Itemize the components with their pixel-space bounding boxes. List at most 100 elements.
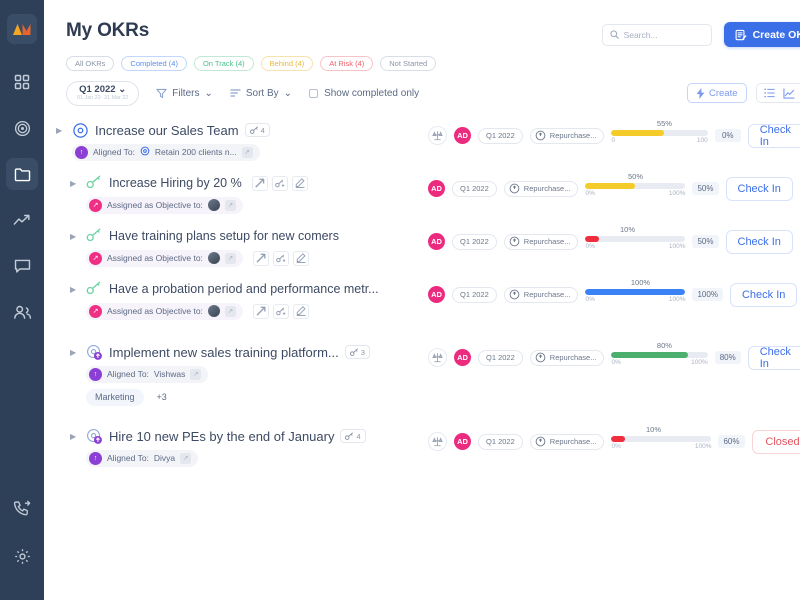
filter-pill-not-started[interactable]: Not Started xyxy=(380,56,437,71)
external-link-icon[interactable]: ↗ xyxy=(190,368,202,380)
cycle-chip[interactable]: Q1 2022 xyxy=(478,127,523,144)
show-completed-toggle[interactable]: Show completed only xyxy=(309,88,419,99)
sidebar-item-messages[interactable] xyxy=(6,250,38,282)
tag-chip[interactable]: Repurchase... xyxy=(503,180,579,197)
avatar[interactable]: AD xyxy=(428,286,445,304)
aligned-to-chip[interactable]: ↑ Aligned To: Retain 200 clients n... ↗ xyxy=(72,143,260,161)
assigned-to-chip[interactable]: ↗ Assigned as Objective to: ↗ xyxy=(86,302,243,320)
avatar[interactable]: AD xyxy=(454,127,471,145)
edit-icon[interactable] xyxy=(291,175,308,191)
search-input[interactable]: Search... xyxy=(601,23,712,46)
table-row[interactable]: ▶ Increase our Sales Team 4 ↑ Aligned To… xyxy=(44,114,800,167)
tag-chip[interactable]: Repurchase... xyxy=(503,286,579,303)
table-row[interactable]: ▶ Have a probation period and performanc… xyxy=(44,273,800,326)
chart-view-icon[interactable] xyxy=(782,88,795,99)
table-row[interactable]: ▶ Have training plans setup for new come… xyxy=(44,220,800,273)
app-logo[interactable] xyxy=(7,14,37,44)
create-okr-button[interactable]: Create OKR xyxy=(723,22,800,47)
external-link-icon[interactable]: ↗ xyxy=(224,199,236,211)
avatar[interactable]: AD xyxy=(428,233,445,251)
sort-dropdown[interactable]: Sort By ⌄ xyxy=(230,88,292,99)
check-in-button[interactable]: Check In xyxy=(747,345,800,370)
okr-title[interactable]: Hire 10 new PEs by the end of January xyxy=(109,429,334,444)
table-row[interactable]: ▶ Hire 10 new PEs by the end of January xyxy=(44,412,800,473)
expand-caret-icon[interactable]: ▶ xyxy=(70,285,80,294)
closed-button[interactable]: Closed xyxy=(751,429,800,454)
expand-caret-icon[interactable]: ▶ xyxy=(70,179,80,188)
cycle-chip[interactable]: Q1 2022 xyxy=(478,349,523,366)
external-link-icon[interactable]: ↗ xyxy=(224,305,236,317)
external-link-icon[interactable]: ↗ xyxy=(241,146,253,158)
share-icon[interactable]: ↗ xyxy=(252,303,269,320)
sidebar-item-folders[interactable] xyxy=(6,158,38,190)
cycle-chip[interactable]: Q1 2022 xyxy=(478,433,523,450)
sidebar-item-dashboard[interactable] xyxy=(6,66,38,98)
edit-icon[interactable] xyxy=(292,250,309,266)
sidebar-item-analytics[interactable] xyxy=(6,204,38,236)
filters-dropdown[interactable]: Filters ⌄ xyxy=(156,88,213,99)
weight-scale-button[interactable] xyxy=(428,432,447,452)
external-link-icon[interactable]: ↗ xyxy=(224,252,236,264)
expand-caret-icon[interactable]: ▶ xyxy=(70,348,80,357)
avatar[interactable]: AD xyxy=(454,433,471,451)
okr-title[interactable]: Increase Hiring by 20 % xyxy=(109,176,242,190)
tag-overflow-count[interactable]: +3 xyxy=(148,389,176,406)
avatar[interactable]: AD xyxy=(428,180,445,198)
kr-count-badge[interactable]: 4 xyxy=(340,429,366,444)
cycle-chip[interactable]: Q1 2022 xyxy=(452,180,497,197)
aligned-to-chip[interactable]: ↑ Aligned To: Vishwas ↗ xyxy=(86,365,209,383)
external-link-icon[interactable]: ↗ xyxy=(180,452,192,464)
assignee-avatar[interactable] xyxy=(207,199,220,212)
sidebar-item-people[interactable] xyxy=(6,296,38,328)
tag-chip[interactable]: Repurchase... xyxy=(529,127,605,144)
assignee-avatar[interactable] xyxy=(207,252,220,265)
sidebar-item-support-call[interactable] xyxy=(6,492,38,524)
quick-create-button[interactable]: Create xyxy=(686,83,747,104)
sidebar-item-settings[interactable] xyxy=(6,540,38,572)
checkbox-icon[interactable] xyxy=(309,88,319,98)
edit-icon[interactable] xyxy=(292,303,309,319)
weight-scale-button[interactable] xyxy=(428,126,447,146)
sidebar-item-goals[interactable] xyxy=(6,112,38,144)
tag-chip[interactable]: Repurchase... xyxy=(503,233,579,250)
quarter-selector[interactable]: Q1 2022 ⌄ 01 Jan 22- 31 Mar 22 xyxy=(66,81,140,106)
kr-count-badge[interactable]: 4 xyxy=(244,123,270,138)
check-in-button[interactable]: Check In xyxy=(729,282,798,307)
filter-pill-behind[interactable]: Behind (4) xyxy=(260,56,314,71)
list-view-icon[interactable] xyxy=(763,88,775,98)
tag-chip[interactable]: Repurchase... xyxy=(529,433,605,450)
expand-caret-icon[interactable]: ▶ xyxy=(56,126,66,135)
okr-title[interactable]: Increase our Sales Team xyxy=(95,123,239,138)
okr-title[interactable]: Have training plans setup for new comers xyxy=(109,229,339,243)
tag-item[interactable]: Marketing xyxy=(86,388,144,406)
okr-title[interactable]: Implement new sales training platform... xyxy=(109,345,339,360)
filter-pill-on-track[interactable]: On Track (4) xyxy=(193,56,254,71)
cycle-chip[interactable]: Q1 2022 xyxy=(452,233,497,250)
add-key-result-icon[interactable] xyxy=(271,175,288,191)
kr-count-badge[interactable]: 3 xyxy=(344,345,370,360)
filter-pill-at-risk[interactable]: At Risk (4) xyxy=(320,56,374,71)
add-key-result-icon[interactable] xyxy=(272,250,289,266)
add-key-result-icon[interactable] xyxy=(272,303,289,319)
assigned-to-chip[interactable]: ↗ Assigned as Objective to: ↗ xyxy=(86,196,243,214)
table-row[interactable]: ▶ Increase Hiring by 20 % ↗ ↗ Assigned a… xyxy=(44,167,800,220)
avatar[interactable]: AD xyxy=(454,349,471,367)
table-row[interactable]: ▶ Implement new sales training platform.… xyxy=(44,326,800,412)
progress-fill xyxy=(585,183,636,190)
share-icon[interactable]: ↗ xyxy=(251,175,268,192)
check-in-button[interactable]: Check In xyxy=(725,229,793,254)
check-in-button[interactable]: Check In xyxy=(725,176,793,201)
tag-chip[interactable]: Repurchase... xyxy=(529,349,605,366)
cycle-chip[interactable]: Q1 2022 xyxy=(452,286,497,303)
check-in-button[interactable]: Check In xyxy=(747,123,800,148)
assigned-to-chip[interactable]: ↗ Assigned as Objective to: ↗ xyxy=(86,249,243,267)
filter-pill-all[interactable]: All OKRs xyxy=(66,56,115,71)
weight-scale-button[interactable] xyxy=(428,348,447,368)
share-icon[interactable]: ↗ xyxy=(252,250,269,267)
aligned-to-chip[interactable]: ↑ Aligned To: Divya ↗ xyxy=(86,449,199,467)
okr-title[interactable]: Have a probation period and performance … xyxy=(109,282,379,296)
expand-caret-icon[interactable]: ▶ xyxy=(70,232,80,241)
filter-pill-completed[interactable]: Completed (4) xyxy=(121,56,187,71)
assignee-avatar[interactable] xyxy=(207,305,220,318)
expand-caret-icon[interactable]: ▶ xyxy=(70,432,80,441)
